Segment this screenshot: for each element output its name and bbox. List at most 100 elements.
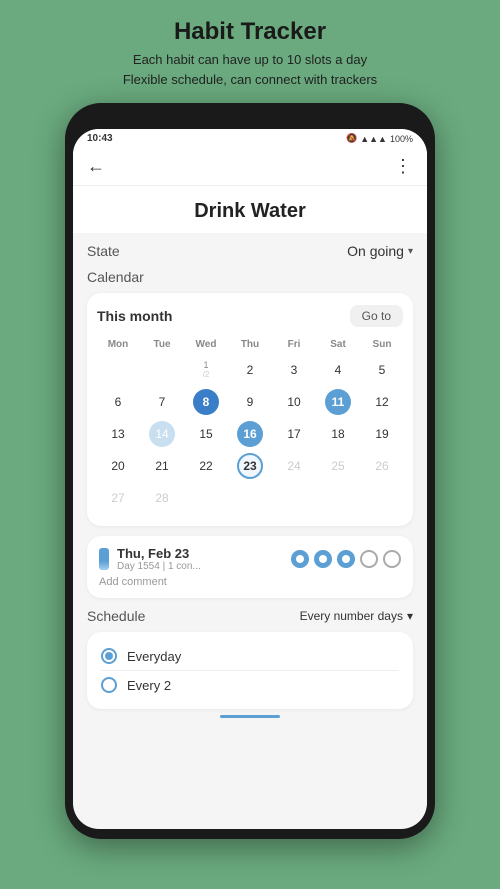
cal-cell-empty-w5-7 [361, 482, 403, 514]
cal-cell-empty-w5-3 [185, 482, 227, 514]
calendar-section-label: Calendar [87, 269, 413, 285]
schedule-card: Everyday Every 2 [87, 632, 413, 709]
app-subtitle-line2: Flexible schedule, can connect with trac… [123, 70, 377, 90]
cal-cell-2[interactable]: 2 [229, 354, 271, 386]
cal-cell-1-2[interactable]: 1/2 [185, 354, 227, 386]
cal-cell-9[interactable]: 9 [229, 386, 271, 418]
cal-cell-7[interactable]: 7 [141, 386, 183, 418]
cal-cell-15[interactable]: 15 [185, 418, 227, 450]
date-title: Thu, Feb 23 [117, 546, 201, 561]
back-button[interactable]: ← [87, 156, 105, 177]
cal-cell-28: 28 [141, 482, 183, 514]
cal-cell-11[interactable]: 11 [317, 386, 359, 418]
app-title: Habit Tracker [123, 18, 377, 46]
day-header-wed: Wed [185, 337, 227, 354]
state-row: State On going ▾ [87, 243, 413, 259]
add-comment[interactable]: Add comment [99, 576, 401, 588]
cal-cell-26: 26 [361, 450, 403, 482]
cal-cell-16[interactable]: 16 [229, 418, 271, 450]
date-detail-left: Thu, Feb 23 Day 1554 | 1 con... [99, 546, 201, 572]
cal-cell-27: 27 [97, 482, 139, 514]
cal-cell-20[interactable]: 20 [97, 450, 139, 482]
date-detail-card: Thu, Feb 23 Day 1554 | 1 con... [87, 536, 413, 598]
day-header-mon: Mon [97, 337, 139, 354]
menu-button[interactable]: ⋮ [394, 156, 413, 177]
cal-cell-empty1 [97, 354, 139, 386]
schedule-dropdown[interactable]: Every number days ▾ [300, 609, 413, 623]
state-dropdown[interactable]: On going ▾ [347, 243, 413, 259]
schedule-option-every2-label: Every 2 [127, 678, 171, 693]
day-header-thu: Thu [229, 337, 271, 354]
date-detail-info: Thu, Feb 23 Day 1554 | 1 con... [117, 546, 201, 572]
calendar-week1: 1/2 2 3 4 5 [97, 354, 403, 386]
calendar-month-label: This month [97, 308, 172, 324]
schedule-option-everyday[interactable]: Everyday [101, 642, 399, 671]
calendar-week5: 27 28 [97, 482, 403, 514]
habit-dot-4[interactable] [360, 550, 378, 568]
day-header-sun: Sun [361, 337, 403, 354]
calendar-header: This month Go to [97, 305, 403, 327]
schedule-option-everyday-label: Everyday [127, 649, 181, 664]
date-detail-top: Thu, Feb 23 Day 1554 | 1 con... [99, 546, 401, 572]
schedule-section-label: Schedule [87, 608, 145, 624]
habit-dots [291, 550, 401, 568]
content-area: State On going ▾ Calendar This month Go … [73, 233, 427, 732]
water-icon [99, 548, 109, 570]
cal-cell-25: 25 [317, 450, 359, 482]
scroll-indicator [220, 715, 280, 718]
habit-dot-2[interactable] [314, 550, 332, 568]
app-subtitle-line1: Each habit can have up to 10 slots a day [123, 50, 377, 70]
cal-cell-21[interactable]: 21 [141, 450, 183, 482]
cal-cell-14[interactable]: 14 [141, 418, 183, 450]
page-title: Drink Water [73, 186, 427, 233]
day-header-tue: Tue [141, 337, 183, 354]
cal-cell-empty-w5-6 [317, 482, 359, 514]
status-time: 10:43 [87, 133, 113, 144]
schedule-value-text: Every number days [300, 609, 403, 623]
calendar-week2: 6 7 8 9 10 11 12 [97, 386, 403, 418]
radio-btn-every2[interactable] [101, 677, 117, 693]
cal-cell-17[interactable]: 17 [273, 418, 315, 450]
calendar-card: This month Go to Mon Tue Wed Thu Fri Sat… [87, 293, 413, 526]
cal-cell-22[interactable]: 22 [185, 450, 227, 482]
state-label: State [87, 243, 120, 259]
status-icons: 🔕 ▲▲▲ 100% [346, 133, 413, 144]
state-value-text: On going [347, 243, 404, 259]
state-arrow-icon: ▾ [408, 246, 413, 257]
cal-cell-13[interactable]: 13 [97, 418, 139, 450]
cal-cell-empty-w5-4 [229, 482, 271, 514]
calendar-day-headers: Mon Tue Wed Thu Fri Sat Sun [97, 337, 403, 354]
cal-cell-4[interactable]: 4 [317, 354, 359, 386]
calendar-week4: 20 21 22 23 24 25 26 [97, 450, 403, 482]
cal-cell-6[interactable]: 6 [97, 386, 139, 418]
cal-cell-23-today[interactable]: 23 [229, 450, 271, 482]
habit-dot-5[interactable] [383, 550, 401, 568]
radio-btn-everyday[interactable] [101, 648, 117, 664]
wed-label: 1/2 [203, 361, 210, 380]
signal-icon: ▲▲▲ [360, 134, 387, 144]
cal-cell-empty-w5-5 [273, 482, 315, 514]
habit-dot-1[interactable] [291, 550, 309, 568]
schedule-arrow-icon: ▾ [407, 609, 413, 623]
schedule-option-every2[interactable]: Every 2 [101, 671, 399, 699]
goto-button[interactable]: Go to [350, 305, 403, 327]
phone-screen: 10:43 🔕 ▲▲▲ 100% ← ⋮ Drink Water State [73, 129, 427, 829]
phone-frame: 10:43 🔕 ▲▲▲ 100% ← ⋮ Drink Water State [65, 103, 435, 839]
mute-icon: 🔕 [346, 133, 357, 144]
phone-notch [210, 113, 290, 123]
app-header: Habit Tracker Each habit can have up to … [123, 18, 377, 89]
calendar-week3: 13 14 15 16 17 18 19 [97, 418, 403, 450]
cal-cell-3[interactable]: 3 [273, 354, 315, 386]
cal-cell-8[interactable]: 8 [185, 386, 227, 418]
day-header-sat: Sat [317, 337, 359, 354]
status-bar: 10:43 🔕 ▲▲▲ 100% [73, 129, 427, 148]
date-sub: Day 1554 | 1 con... [117, 561, 201, 572]
cal-cell-19[interactable]: 19 [361, 418, 403, 450]
battery-text: 100% [390, 134, 413, 144]
cal-cell-12[interactable]: 12 [361, 386, 403, 418]
cal-cell-18[interactable]: 18 [317, 418, 359, 450]
cal-cell-10[interactable]: 10 [273, 386, 315, 418]
cal-cell-24: 24 [273, 450, 315, 482]
cal-cell-5[interactable]: 5 [361, 354, 403, 386]
habit-dot-3[interactable] [337, 550, 355, 568]
